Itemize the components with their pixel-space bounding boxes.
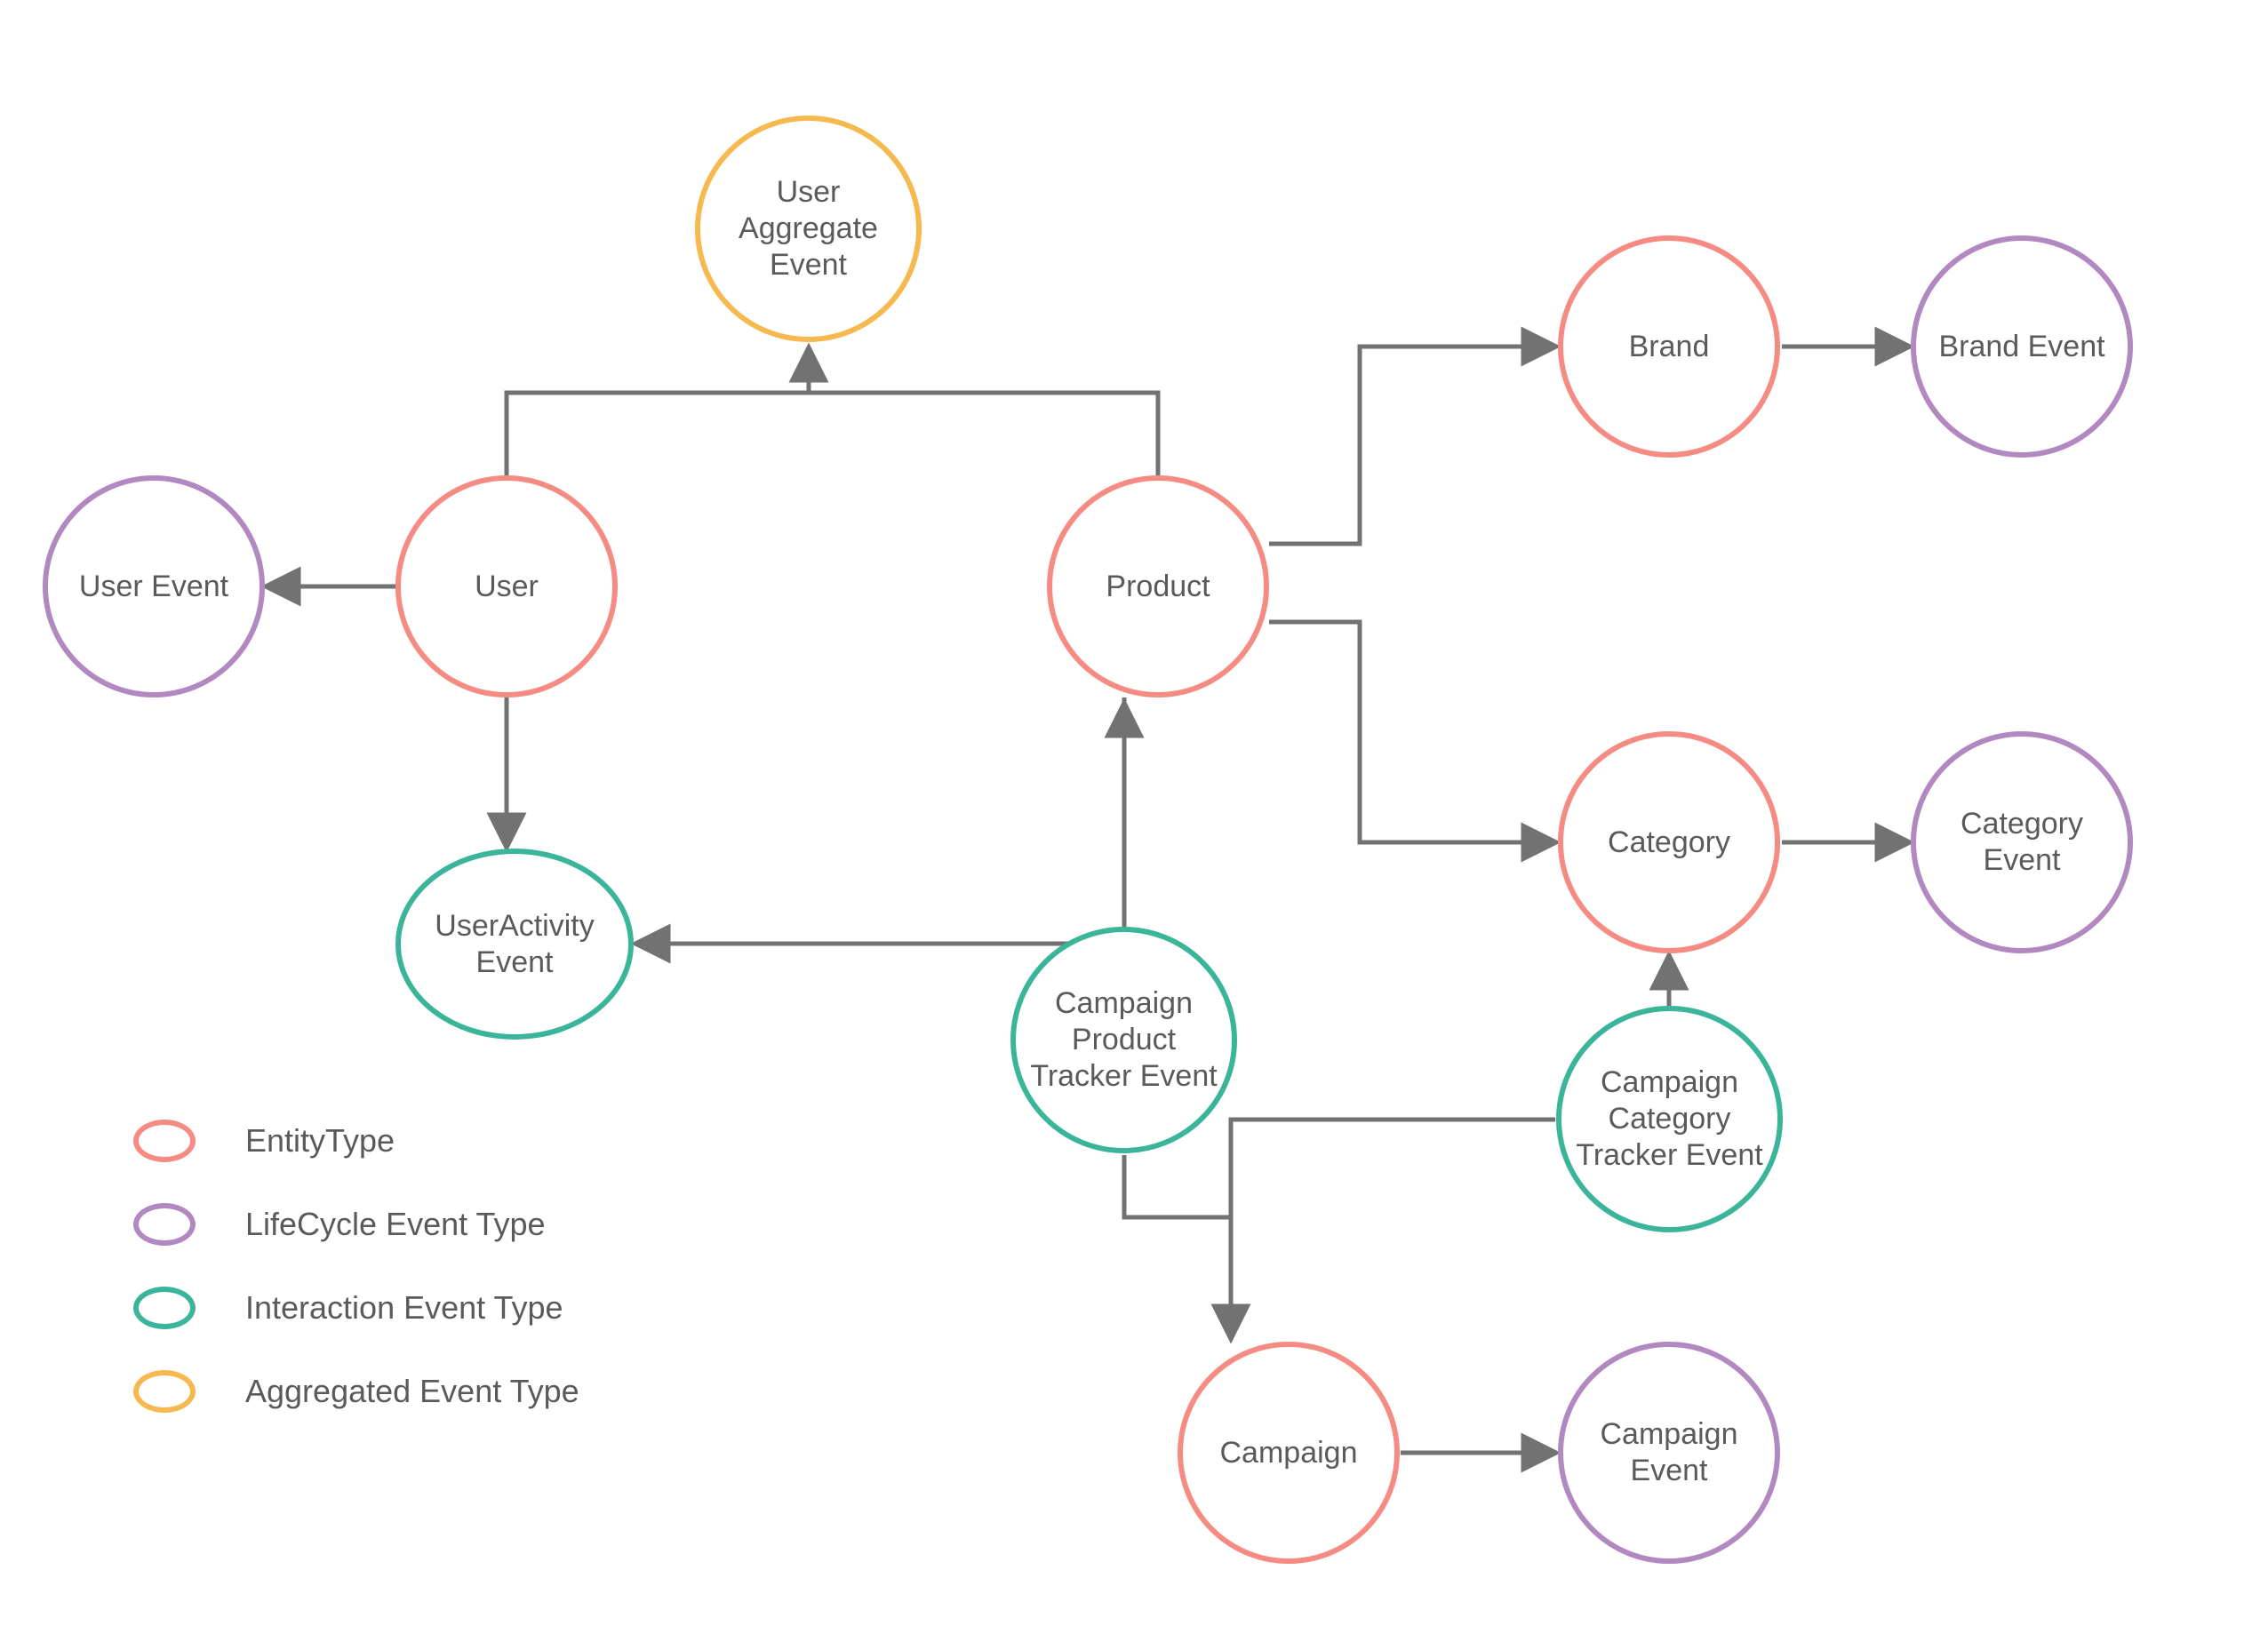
node-label: Brand Event (1938, 329, 2104, 365)
edge-product-to-useractivity-event (635, 697, 1124, 944)
node-user: User (395, 475, 618, 697)
node-label: User Event (79, 569, 228, 605)
legend-row-entity: EntityType (133, 1120, 579, 1162)
node-campaign-product-tracker-event: Campaign Product Tracker Event (1010, 927, 1237, 1153)
diagram-canvas: User Aggregate Event User Event User Use… (0, 0, 2268, 1634)
edge-user-to-user-aggregate-event (507, 393, 809, 475)
node-label: UserActivity Event (410, 908, 619, 981)
legend-label: LifeCycle Event Type (245, 1206, 546, 1243)
legend: EntityType LifeCycle Event Type Interact… (133, 1120, 579, 1454)
edge-campaign-category-tracker-to-campaign (1231, 1120, 1555, 1217)
node-brand-event: Brand Event (1911, 235, 2133, 458)
edge-campaign-product-tracker-to-campaign (1124, 1155, 1231, 1340)
node-category: Category (1558, 731, 1780, 953)
node-campaign-event: Campaign Event (1558, 1342, 1780, 1564)
node-campaign: Campaign (1178, 1342, 1400, 1564)
legend-row-lifecycle: LifeCycle Event Type (133, 1203, 579, 1246)
node-label: Campaign Category Tracker Event (1570, 1064, 1769, 1173)
node-label: User (475, 569, 539, 605)
legend-label: Aggregated Event Type (245, 1373, 579, 1410)
edge-product-to-brand (1269, 347, 1557, 544)
node-label: Category Event (1925, 806, 2119, 879)
node-user-event: User Event (43, 475, 265, 697)
legend-label: Interaction Event Type (245, 1289, 563, 1327)
edge-product-to-category (1269, 622, 1557, 842)
legend-swatch-aggregated (133, 1370, 196, 1413)
node-label: Campaign Product Tracker Event (1025, 985, 1223, 1094)
node-label: Product (1106, 569, 1210, 605)
legend-row-interaction: Interaction Event Type (133, 1287, 579, 1329)
node-campaign-category-tracker-event: Campaign Category Tracker Event (1556, 1006, 1783, 1232)
node-user-activity-event: UserActivity Event (395, 849, 634, 1040)
legend-row-aggregated: Aggregated Event Type (133, 1370, 579, 1413)
node-category-event: Category Event (1911, 731, 2133, 953)
legend-swatch-interaction (133, 1287, 196, 1329)
node-label: Brand (1629, 329, 1710, 365)
node-label: Category (1608, 825, 1730, 861)
node-label: User Aggregate Event (709, 174, 907, 283)
node-brand: Brand (1558, 235, 1780, 458)
node-label: Campaign (1220, 1435, 1358, 1471)
legend-swatch-lifecycle (133, 1203, 196, 1246)
edge-product-to-user-aggregate-event (809, 393, 1158, 475)
legend-label: EntityType (245, 1122, 395, 1160)
node-user-aggregate-event: User Aggregate Event (695, 116, 922, 342)
legend-swatch-entity (133, 1120, 196, 1162)
node-product: Product (1047, 475, 1269, 697)
node-label: Campaign Event (1572, 1416, 1766, 1489)
